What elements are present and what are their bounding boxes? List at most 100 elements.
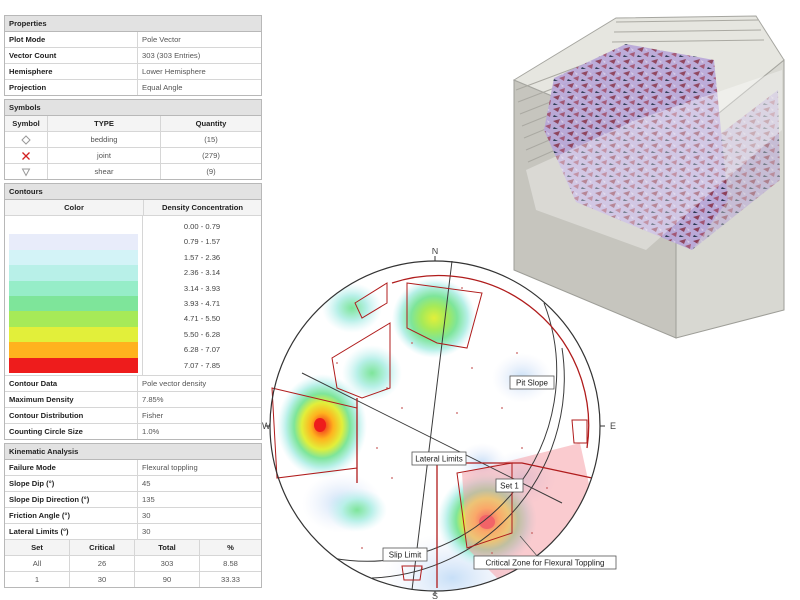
table-cell: All <box>5 555 70 571</box>
color-swatch <box>9 342 138 358</box>
callout-pit-slope: Pit Slope <box>509 375 555 390</box>
color-swatch <box>9 280 138 296</box>
color-swatch <box>9 326 138 343</box>
kinematic-row: Slope Dip Direction (°) 135 <box>5 491 261 508</box>
callout-set-1: Set 1 <box>495 478 524 493</box>
properties-panel: Properties Plot Mode Pole Vector Vector C… <box>4 15 262 591</box>
kinematic-row: Lateral Limits (°) 30 <box>5 523 261 540</box>
density-range: 2.36 - 3.14 <box>183 268 221 278</box>
properties-header: Properties <box>5 16 261 32</box>
contours-header: Contours <box>5 184 261 200</box>
property-value: Lower Hemisphere <box>142 67 206 76</box>
density-range: 6.28 - 7.07 <box>183 345 221 355</box>
property-value: 1.0% <box>142 426 160 436</box>
color-swatch <box>9 265 138 281</box>
symbols-header: Symbols <box>5 100 261 116</box>
set-table-header: Set Critical Total % <box>5 539 261 556</box>
color-swatch <box>9 311 138 327</box>
density-range: 3.93 - 4.71 <box>183 298 221 308</box>
column-header: Total <box>135 539 200 555</box>
property-value: 7.85% <box>142 394 164 404</box>
callout-text: Set 1 <box>500 482 519 491</box>
callout-lateral-limits: Lateral Limits <box>411 451 467 466</box>
kinematic-section: Kinematic Analysis Failure Mode Flexural … <box>4 442 262 588</box>
density-range: 1.57 - 2.36 <box>183 252 221 262</box>
column-header: Set <box>5 539 70 555</box>
triangle-down-outline-icon <box>21 168 31 177</box>
property-value: Fisher <box>142 410 164 420</box>
property-key: Contour Distribution <box>5 407 138 423</box>
symbol-cell <box>5 148 48 163</box>
column-header: Density Concentration <box>161 203 243 212</box>
kinematic-row: Friction Angle (°) 30 <box>5 507 261 524</box>
symbol-type: shear <box>48 164 161 179</box>
callout-text: Critical Zone for Flexural Toppling <box>485 559 604 568</box>
contour-color-ramp <box>5 216 143 375</box>
property-value: Pole vector density <box>142 378 207 388</box>
column-header: Color <box>5 200 144 215</box>
property-key: Slope Dip (°) <box>5 475 138 491</box>
property-key: Lateral Limits (°) <box>5 523 138 539</box>
symbol-type: bedding <box>48 132 161 147</box>
property-value: 30 <box>142 510 151 520</box>
density-range: 4.71 - 5.50 <box>183 314 221 324</box>
callout-text: Slip Limit <box>389 551 422 560</box>
table-cell: 8.58 <box>223 558 238 568</box>
column-header: TYPE <box>48 116 161 131</box>
direction-w-label: W <box>262 421 271 431</box>
column-header: Critical <box>70 539 135 555</box>
table-row: All 26 303 8.58 <box>5 555 261 572</box>
property-value: 303 (303 Entries) <box>142 51 201 60</box>
symbol-cell <box>5 132 48 147</box>
color-swatch <box>9 249 138 266</box>
property-key: Maximum Density <box>5 391 138 407</box>
symbols-table-header: Symbol TYPE Quantity <box>5 116 261 132</box>
symbols-section: Symbols Symbol TYPE Quantity bedding (15… <box>4 99 262 180</box>
properties-section: Properties Plot Mode Pole Vector Vector C… <box>4 15 262 96</box>
symbol-quantity: (15) <box>204 135 218 144</box>
color-swatch <box>9 219 138 235</box>
callout-slip-limit: Slip Limit <box>382 547 428 562</box>
symbol-quantity: (279) <box>202 151 220 160</box>
density-range: 7.07 - 7.85 <box>183 360 221 370</box>
property-key: Counting Circle Size <box>5 423 138 439</box>
red-x-icon <box>22 152 30 160</box>
contour-row: Contour Data Pole vector density <box>5 375 261 392</box>
color-swatch <box>9 357 138 373</box>
property-key: Vector Count <box>5 48 138 63</box>
property-row: Vector Count 303 (303 Entries) <box>5 48 261 64</box>
symbol-quantity: (9) <box>206 167 216 176</box>
density-range: 5.50 - 6.28 <box>183 329 221 339</box>
property-value: Equal Angle <box>142 83 183 92</box>
contour-legend: 0.00 - 0.79 0.79 - 1.57 1.57 - 2.36 2.36… <box>5 216 261 376</box>
stereonet-plot: N E S W Pit Slope Lateral Limits Set 1 S… <box>262 248 617 600</box>
color-swatch <box>9 234 138 250</box>
color-swatch <box>9 295 138 312</box>
property-key: Contour Data <box>5 375 138 391</box>
contour-row: Counting Circle Size 1.0% <box>5 423 261 439</box>
property-value: Pole Vector <box>142 35 181 44</box>
property-value: 30 <box>142 526 151 536</box>
property-key: Plot Mode <box>5 32 138 47</box>
direction-n-label: N <box>432 248 439 256</box>
contour-row: Maximum Density 7.85% <box>5 391 261 408</box>
table-cell: 26 <box>70 555 135 571</box>
symbol-row: shear (9) <box>5 164 261 179</box>
direction-s-label: S <box>432 591 438 600</box>
density-range: 0.79 - 1.57 <box>183 237 221 247</box>
property-key: Projection <box>5 80 138 95</box>
property-value: 135 <box>142 494 155 504</box>
symbol-row: joint (279) <box>5 148 261 164</box>
property-value: 45 <box>142 478 151 488</box>
property-key: Failure Mode <box>5 459 138 475</box>
density-ranges: 0.00 - 0.79 0.79 - 1.57 1.57 - 2.36 2.36… <box>143 216 261 375</box>
symbol-cell <box>5 164 48 179</box>
diamond-outline-icon <box>21 135 31 145</box>
callout-text: Lateral Limits <box>415 455 463 464</box>
density-range: 0.00 - 0.79 <box>183 222 221 231</box>
column-header: Symbol <box>5 116 48 131</box>
kinematic-row: Failure Mode Flexural toppling <box>5 459 261 476</box>
direction-e-label: E <box>610 421 616 431</box>
column-header: % <box>227 542 234 552</box>
table-cell: 33.33 <box>220 574 240 584</box>
